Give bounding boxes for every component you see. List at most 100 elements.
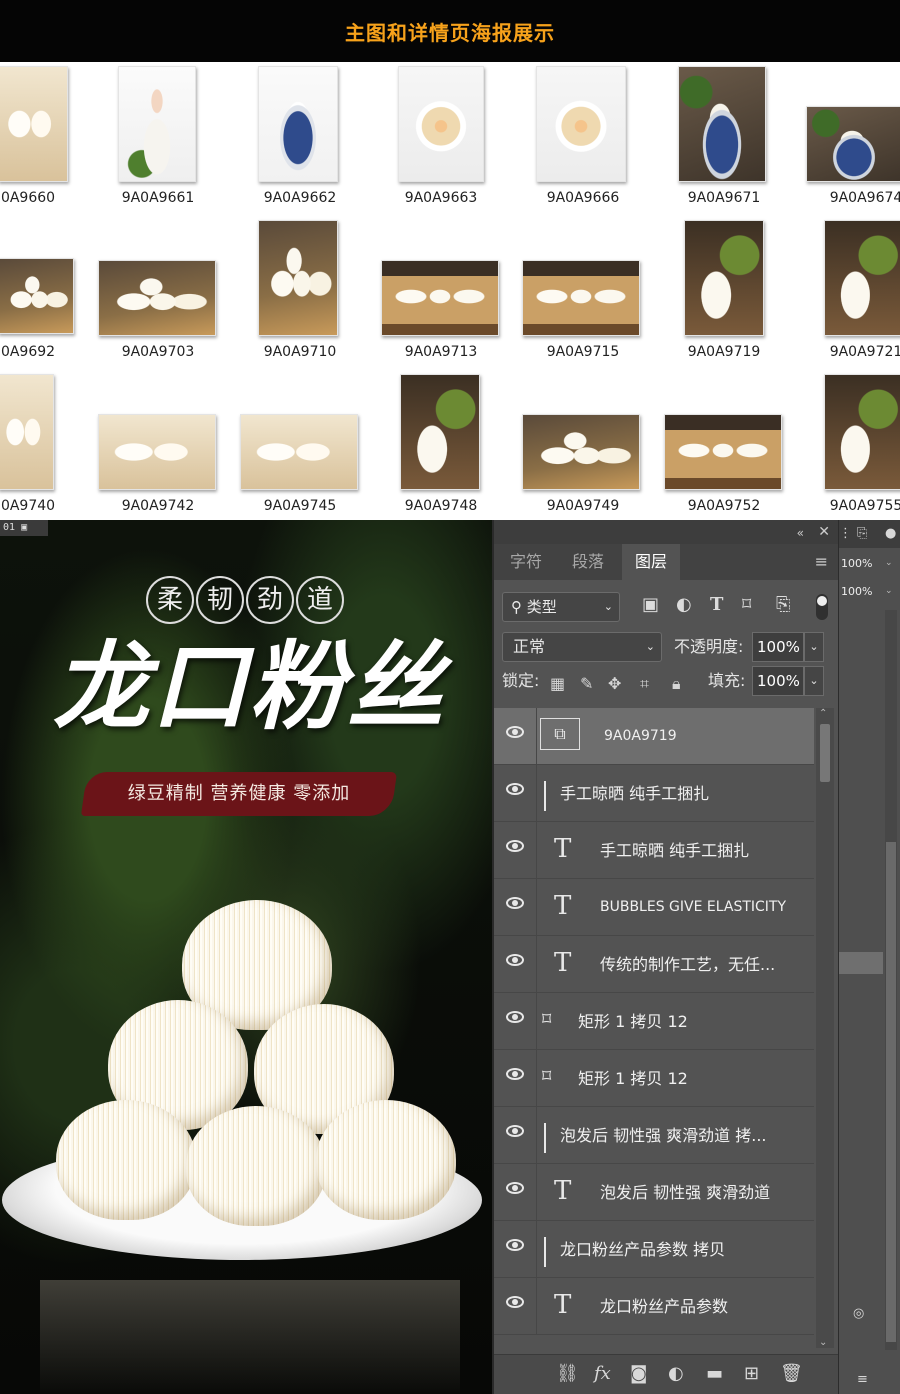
scrollbar-thumb[interactable] <box>820 724 830 782</box>
layer-list-scrollbar[interactable]: ⌃ ⌄ <box>816 708 834 1348</box>
close-panel-icon[interactable]: ✕ <box>818 524 830 540</box>
zoom-value[interactable]: 100% <box>841 582 883 602</box>
thumbnail-caption: 9A0A9721 <box>829 344 900 360</box>
thumbnail[interactable] <box>118 66 196 182</box>
blend-mode-select[interactable]: 正常 ⌄ <box>502 632 662 662</box>
thumbnail-caption: 9A0A9719 <box>687 344 761 360</box>
thumbnail[interactable] <box>398 66 484 182</box>
opacity-input[interactable]: 100% <box>752 632 804 662</box>
thumbnail[interactable] <box>806 106 900 182</box>
shape-layer-icon: ⌑ <box>542 1066 552 1087</box>
thumbnail[interactable] <box>0 66 68 182</box>
thumbnail[interactable] <box>522 414 640 490</box>
layer-style-fx-icon[interactable]: fx <box>594 1363 611 1384</box>
eye-icon[interactable] <box>506 726 524 738</box>
copy-icon[interactable]: ⎘ <box>857 526 867 541</box>
chevron-down-icon[interactable]: ⌄ <box>885 558 893 568</box>
shape-filter-icon[interactable]: ⌑ <box>742 594 751 615</box>
smart-object-filter-icon[interactable]: ⎘ <box>776 594 790 615</box>
thumbnail[interactable] <box>684 220 764 336</box>
eye-icon[interactable] <box>506 1068 524 1080</box>
new-layer-icon[interactable]: ⊞ <box>744 1363 759 1384</box>
lock-all-icon[interactable]: 🔒︎ <box>672 674 681 694</box>
eye-icon[interactable] <box>506 954 524 966</box>
pixel-filter-icon[interactable]: ▣ <box>642 594 659 615</box>
thumbnail[interactable] <box>240 414 358 490</box>
fill-dropdown[interactable]: ⌄ <box>804 666 824 696</box>
layer-row[interactable]: T 手工晾晒 纯手工捆扎 <box>494 822 814 879</box>
eye-icon[interactable] <box>506 840 524 852</box>
thumbnail[interactable] <box>98 414 216 490</box>
layer-row[interactable]: T 传统的制作工艺，无任... <box>494 936 814 993</box>
add-mask-icon[interactable]: ◙ <box>630 1363 647 1384</box>
layer-row[interactable]: ⌑ 矩形 1 拷贝 12 <box>494 993 814 1050</box>
eye-icon[interactable] <box>506 1011 524 1023</box>
filter-kind-select[interactable]: ⚲ 类型 ⌄ <box>502 592 620 622</box>
thumbnail[interactable] <box>0 374 54 490</box>
scrollbar-thumb[interactable] <box>886 842 896 1342</box>
eye-icon[interactable] <box>506 1239 524 1251</box>
eye-icon[interactable] <box>506 783 524 795</box>
toggle-icon[interactable]: ● <box>885 526 896 541</box>
panel-menu-icon[interactable]: ≡ <box>815 552 828 571</box>
layer-list: ⧉ 9A0A9719 手工晾晒 纯手工捆扎 T 手工晾晒 纯手工捆扎 T BUB… <box>494 708 814 1348</box>
thumbnail[interactable] <box>824 374 900 490</box>
document-tab[interactable]: 01 ▣ <box>0 520 48 536</box>
thumbnail[interactable] <box>522 260 640 336</box>
sliders-icon[interactable]: ≡ <box>857 1372 868 1387</box>
thumbnail[interactable] <box>258 66 338 182</box>
chevron-down-icon[interactable]: ⌄ <box>819 1337 827 1348</box>
fill-label: 填充: <box>708 671 746 690</box>
spiral-icon[interactable]: ◎ <box>853 1306 864 1321</box>
layer-row[interactable]: T 泡发后 韧性强 爽滑劲道 <box>494 1164 814 1221</box>
tab-paragraph[interactable]: 段落 <box>560 544 616 580</box>
text-layer-icon: T <box>554 834 572 864</box>
zoom-value[interactable]: 100% <box>841 554 883 574</box>
lock-transparency-icon[interactable]: ▦ <box>550 674 565 693</box>
layer-row[interactable]: 龙口粉丝产品参数 拷贝 <box>494 1221 814 1278</box>
eye-icon[interactable] <box>506 1125 524 1137</box>
tab-character[interactable]: 字符 <box>498 544 554 580</box>
eye-icon[interactable] <box>506 1296 524 1308</box>
eye-icon[interactable] <box>506 897 524 909</box>
adjustment-layer-icon[interactable]: ◐ <box>668 1363 684 1384</box>
layer-row[interactable]: ⌑ 矩形 1 拷贝 12 <box>494 1050 814 1107</box>
new-group-icon[interactable]: ▬ <box>706 1363 723 1384</box>
thumbnail[interactable] <box>678 66 766 182</box>
layer-row[interactable]: T 龙口粉丝产品参数 <box>494 1278 814 1335</box>
lock-artboard-icon[interactable]: ⌗ <box>640 674 649 694</box>
thumbnail[interactable] <box>536 66 626 182</box>
side-panel-scrollbar[interactable] <box>885 610 897 1350</box>
plate-reflection <box>40 1280 460 1394</box>
filter-toggle[interactable] <box>816 594 828 620</box>
thumbnail[interactable] <box>381 260 499 336</box>
adjustment-filter-icon[interactable]: ◐ <box>676 594 692 615</box>
thumbnail[interactable] <box>0 258 74 334</box>
chevron-down-icon: ⌄ <box>809 674 819 687</box>
filter-row: ⚲ 类型 ⌄ ▣ ◐ T ⌑ ⎘ <box>502 592 832 622</box>
thumbnail[interactable] <box>664 414 782 490</box>
thumbnail[interactable] <box>98 260 216 336</box>
lock-position-icon[interactable]: ✥ <box>608 674 621 693</box>
chevron-down-icon: ⌄ <box>645 640 655 653</box>
link-layers-icon[interactable]: ⛓ <box>556 1363 579 1384</box>
layer-row[interactable]: 手工晾晒 纯手工捆扎 <box>494 765 814 822</box>
fill-input[interactable]: 100% <box>752 666 804 696</box>
type-filter-icon[interactable]: T <box>710 594 723 615</box>
thumbnail[interactable] <box>824 220 900 336</box>
trash-icon[interactable]: 🗑︎ <box>780 1363 803 1384</box>
chevron-down-icon[interactable]: ⌄ <box>885 586 893 596</box>
layer-row[interactable]: ⧉ 9A0A9719 <box>494 708 814 765</box>
feature-badges: 柔 韧 劲 道 <box>146 576 344 624</box>
layer-row[interactable]: T BUBBLES GIVE ELASTICITY <box>494 879 814 936</box>
tab-layers[interactable]: 图层 <box>622 544 680 580</box>
chevron-up-icon[interactable]: ⌃ <box>819 708 827 719</box>
poster-canvas[interactable]: 01 ▣ 柔 韧 劲 道 龙口粉丝 绿豆精制 营养健康 零添加 <box>0 520 492 1394</box>
opacity-dropdown[interactable]: ⌄ <box>804 632 824 662</box>
eye-icon[interactable] <box>506 1182 524 1194</box>
layer-row[interactable]: 泡发后 韧性强 爽滑劲道 拷... <box>494 1107 814 1164</box>
collapse-panel-icon[interactable]: « <box>797 526 804 540</box>
thumbnail[interactable] <box>400 374 480 490</box>
lock-pixels-icon[interactable]: ✎ <box>580 674 593 693</box>
thumbnail[interactable] <box>258 220 338 336</box>
